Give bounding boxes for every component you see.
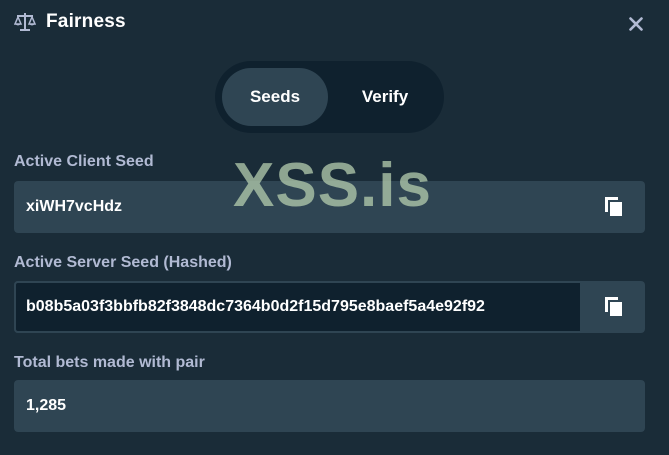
tab-verify[interactable]: Verify <box>332 68 438 126</box>
scale-icon <box>14 13 36 31</box>
close-icon <box>629 17 643 31</box>
modal-title: Fairness <box>46 11 126 32</box>
tab-switcher: Seeds Verify <box>215 61 444 133</box>
client-seed-value: xiWH7vcHdz <box>26 198 123 215</box>
modal-header: Fairness <box>0 0 669 46</box>
server-seed-label: Active Server Seed (Hashed) <box>14 254 232 271</box>
copy-client-seed-button[interactable] <box>583 181 645 233</box>
server-seed-input[interactable]: b08b5a03f3bbfb82f3848dc7364b0d2f15d795e8… <box>14 281 582 333</box>
total-bets-field: 1,285 <box>14 380 645 432</box>
client-seed-field: xiWH7vcHdz <box>14 181 645 233</box>
server-seed-field: b08b5a03f3bbfb82f3848dc7364b0d2f15d795e8… <box>14 281 645 333</box>
copy-icon <box>605 197 624 218</box>
client-seed-label: Active Client Seed <box>14 153 154 170</box>
server-seed-value: b08b5a03f3bbfb82f3848dc7364b0d2f15d795e8… <box>26 298 485 315</box>
close-button[interactable] <box>624 12 648 36</box>
copy-server-seed-button[interactable] <box>583 281 645 333</box>
tab-seeds[interactable]: Seeds <box>222 68 328 126</box>
total-bets-label: Total bets made with pair <box>14 354 205 371</box>
total-bets-value: 1,285 <box>26 397 67 414</box>
copy-icon <box>605 297 624 318</box>
